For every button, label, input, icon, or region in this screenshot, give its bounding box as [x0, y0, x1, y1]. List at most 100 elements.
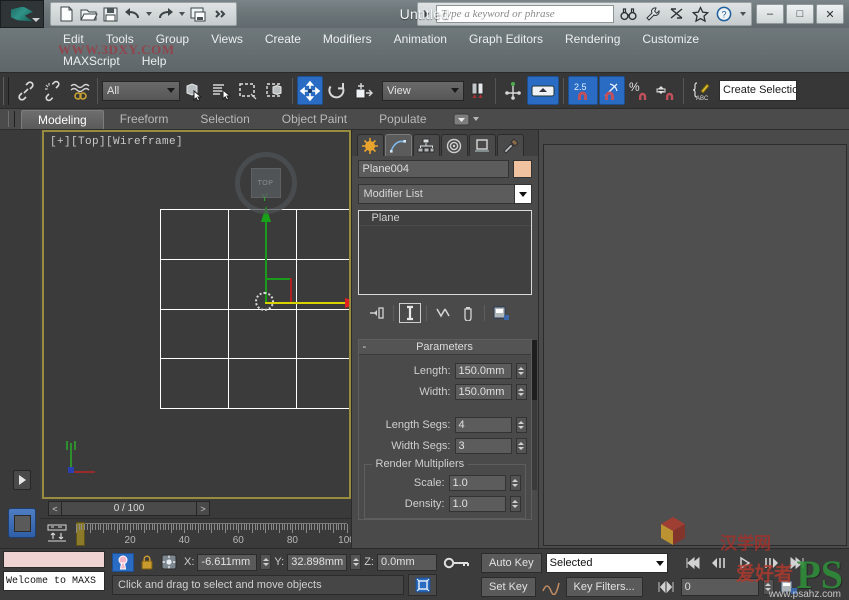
- minimize-button[interactable]: –: [756, 4, 784, 24]
- track-bar-ruler[interactable]: 20 40 60 80 100: [76, 522, 355, 547]
- command-panel-hierarchy-tab-icon[interactable]: [412, 134, 440, 156]
- adaptive-degradation-icon[interactable]: [408, 574, 437, 596]
- coordinate-field[interactable]: -6.611mm: [197, 553, 258, 571]
- parameter-spinner[interactable]: [515, 416, 527, 433]
- ribbon-minimize-group[interactable]: [453, 113, 479, 126]
- gizmo-y-axis[interactable]: [265, 216, 267, 302]
- coordinate-field[interactable]: 0.0mm: [376, 553, 437, 571]
- parameter-value-field[interactable]: 3: [454, 437, 512, 454]
- max-logo-button[interactable]: [0, 0, 44, 28]
- modifier-stack[interactable]: Plane: [357, 210, 532, 295]
- menu-item-maxscript[interactable]: MAXScript: [52, 51, 131, 71]
- menu-item-views[interactable]: Views: [200, 29, 254, 49]
- remove-modifier-icon[interactable]: [457, 303, 479, 323]
- menu-item-modifiers[interactable]: Modifiers: [312, 29, 383, 49]
- ribbon-tab-populate[interactable]: Populate: [363, 110, 442, 129]
- configure-modifier-sets-icon[interactable]: [490, 303, 512, 323]
- next-frame-icon[interactable]: [760, 554, 782, 572]
- auto-key-button[interactable]: Auto Key: [481, 553, 542, 573]
- selection-lock-toggle-icon[interactable]: [112, 552, 134, 572]
- command-panel-motion-tab-icon[interactable]: [440, 134, 468, 156]
- gizmo-x-axis[interactable]: [265, 302, 349, 304]
- redo-dropdown-icon[interactable]: [179, 12, 185, 16]
- ribbon-tab-freeform[interactable]: Freeform: [104, 110, 185, 129]
- named-selection-sets-field[interactable]: Create Selection S: [719, 80, 797, 101]
- show-end-result-icon[interactable]: [398, 303, 421, 323]
- ribbon-tab-selection[interactable]: Selection: [184, 110, 265, 129]
- chevron-down-icon[interactable]: [32, 18, 40, 22]
- parameter-value-field[interactable]: 4: [454, 416, 512, 433]
- current-frame-field[interactable]: 0: [680, 578, 759, 596]
- play-animation-icon[interactable]: [734, 554, 756, 572]
- select-and-rotate-icon[interactable]: [324, 76, 350, 105]
- open-file-icon[interactable]: [79, 5, 98, 23]
- menu-item-animation[interactable]: Animation: [383, 29, 458, 49]
- select-by-name-icon[interactable]: [208, 76, 234, 105]
- modifier-list-dropdown[interactable]: Modifier List: [357, 184, 532, 204]
- selection-mode-combo[interactable]: Selected: [545, 553, 668, 573]
- parameter-value-field[interactable]: 150.0mm: [454, 362, 512, 379]
- new-file-icon[interactable]: [57, 5, 76, 23]
- menu-item-edit[interactable]: Edit: [52, 29, 95, 49]
- bind-to-space-warp-icon[interactable]: [67, 76, 93, 105]
- exchange-icon[interactable]: [667, 5, 686, 23]
- chevron-down-icon[interactable]: [472, 117, 479, 121]
- modifier-stack-item[interactable]: Plane: [358, 211, 531, 226]
- help-dropdown-icon[interactable]: [740, 12, 746, 16]
- maximize-button[interactable]: □: [786, 4, 814, 24]
- plane-wireframe[interactable]: [160, 209, 349, 409]
- spinner-snap-toggle-icon[interactable]: [653, 76, 679, 105]
- toolbar-grip[interactable]: [3, 76, 9, 105]
- viewport-layout-button[interactable]: [8, 508, 36, 538]
- coordinate-spinner[interactable]: [260, 554, 272, 570]
- track-bar[interactable]: 20 40 60 80 100: [40, 518, 355, 548]
- gizmo-xy-plane-handle-v[interactable]: [290, 278, 292, 302]
- go-to-start-icon[interactable]: [682, 554, 704, 572]
- percent-snap-toggle-icon[interactable]: %: [626, 76, 652, 105]
- time-configuration-icon[interactable]: [778, 578, 800, 596]
- parameter-spinner[interactable]: [509, 474, 521, 491]
- command-panel-create-tab-icon[interactable]: [356, 134, 384, 156]
- coordinate-spinner[interactable]: [350, 554, 362, 570]
- previous-frame-icon[interactable]: [708, 554, 730, 572]
- view-cube-face-label[interactable]: TOP: [250, 168, 281, 198]
- coordinate-field[interactable]: 32.898mm: [287, 553, 348, 571]
- ribbon-grip[interactable]: [8, 111, 15, 127]
- set-key-button[interactable]: Set Key: [481, 577, 536, 597]
- ribbon-tab-modeling[interactable]: Modeling: [21, 110, 104, 129]
- redo-icon[interactable]: [156, 5, 175, 23]
- help-icon[interactable]: ?: [715, 5, 734, 23]
- set-project-folder-icon[interactable]: [189, 5, 208, 23]
- wrench-icon[interactable]: [643, 5, 662, 23]
- pin-stack-icon[interactable]: [366, 303, 388, 323]
- reference-coordinate-system-combo[interactable]: View: [382, 80, 464, 101]
- menu-item-group[interactable]: Group: [145, 29, 200, 49]
- view-cube[interactable]: TOP: [234, 152, 297, 214]
- menu-item-rendering[interactable]: Rendering: [554, 29, 631, 49]
- snaps-value-toggle-icon[interactable]: 2.5: [568, 76, 598, 105]
- command-panel-utilities-tab-icon[interactable]: [496, 134, 524, 156]
- chevron-down-icon[interactable]: [513, 185, 531, 203]
- object-name-field[interactable]: Plane004: [357, 160, 509, 178]
- select-and-uniform-scale-icon[interactable]: [351, 76, 377, 105]
- viewport-label[interactable]: [+][Top][Wireframe]: [50, 136, 183, 148]
- command-panel-display-tab-icon[interactable]: [468, 134, 496, 156]
- time-slider-prev-button[interactable]: <: [48, 501, 62, 516]
- menu-item-customize[interactable]: Customize: [631, 29, 710, 49]
- ribbon-tab-object-paint[interactable]: Object Paint: [266, 110, 363, 129]
- parameter-spinner[interactable]: [509, 495, 521, 512]
- make-unique-icon[interactable]: [432, 303, 454, 323]
- lock-icon[interactable]: [139, 555, 155, 570]
- maxscript-mini-listener[interactable]: Welcome to MAXS: [3, 571, 105, 591]
- viewport-top[interactable]: [+][Top][Wireframe] X Y TOP: [42, 130, 351, 499]
- time-slider-current-frame[interactable]: 0 / 100: [62, 501, 196, 516]
- open-mini-curve-editor-icon[interactable]: [40, 519, 74, 547]
- undo-dropdown-icon[interactable]: [146, 12, 152, 16]
- command-panel-modify-tab-icon[interactable]: [384, 134, 412, 156]
- selection-filter-combo[interactable]: All: [102, 80, 180, 101]
- select-and-move-icon[interactable]: [297, 76, 323, 105]
- absolute-relative-transform-icon[interactable]: [159, 554, 179, 570]
- menu-item-help[interactable]: Help: [131, 51, 178, 71]
- current-frame-spinner[interactable]: [762, 579, 774, 595]
- gizmo-center-ring[interactable]: [255, 292, 274, 311]
